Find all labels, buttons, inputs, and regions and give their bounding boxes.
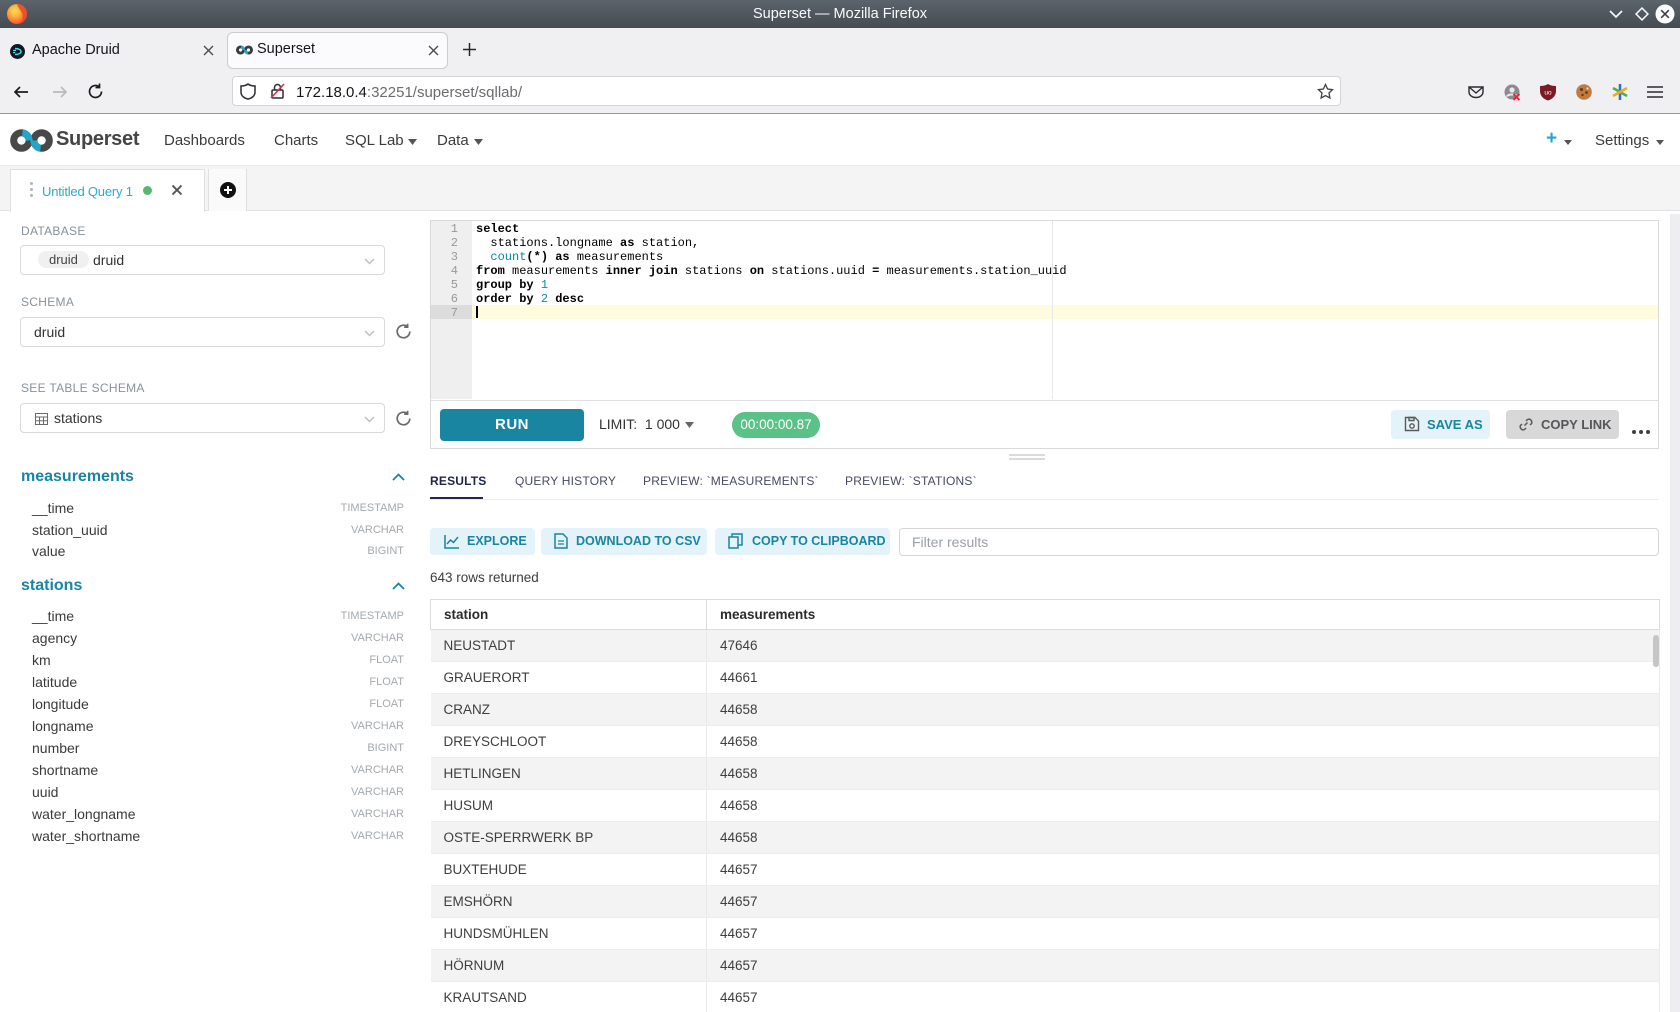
svg-text:uo: uo <box>1544 90 1552 97</box>
